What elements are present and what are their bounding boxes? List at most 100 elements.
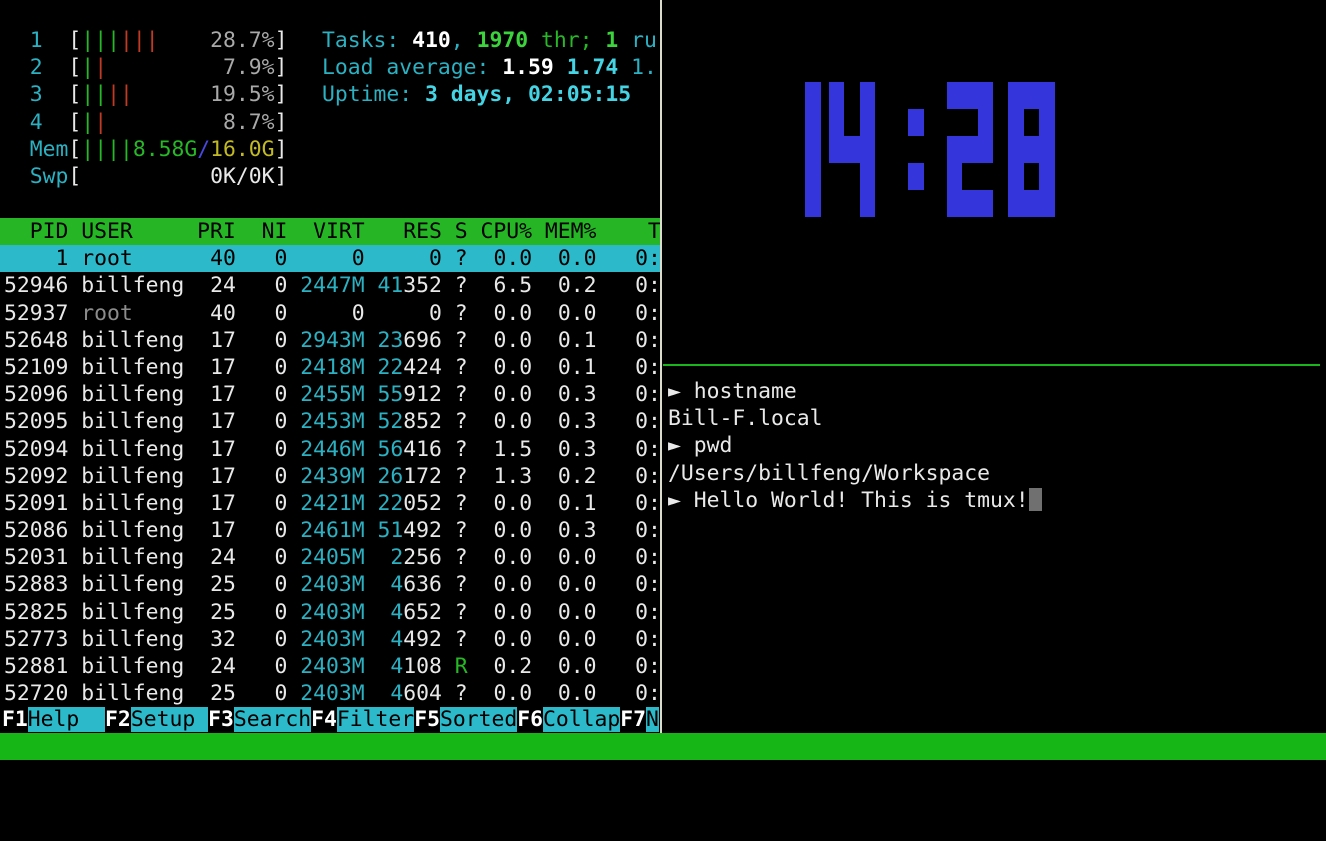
- fkey-label: N: [646, 707, 659, 732]
- process-row-52092[interactable]: 52092 billfeng 17 0 2439M 26172 ? 1.3 0.…: [0, 463, 660, 490]
- clock-cell: [860, 109, 876, 136]
- cell-user: billfeng: [81, 273, 197, 298]
- cell-virt: 2943M: [300, 328, 364, 353]
- fkey-label: Filter: [337, 707, 414, 732]
- fkey-f2[interactable]: F2Setup: [105, 707, 208, 732]
- process-table-header[interactable]: PID USER PRI NI VIRT RES S CPU% MEM% T: [0, 218, 660, 245]
- fkey-f5[interactable]: F5Sorted: [414, 707, 517, 732]
- cell-pri-ni: 17 0: [197, 518, 300, 543]
- clock-cell: [1039, 109, 1055, 136]
- fkey-f1[interactable]: F1Help: [2, 707, 105, 732]
- fkey-label: Sorted: [440, 707, 517, 732]
- cell-pid: 52109: [4, 355, 81, 380]
- cell-user: billfeng: [81, 328, 197, 353]
- cell-pid: 52086: [4, 518, 81, 543]
- process-row-52881[interactable]: 52881 billfeng 24 0 2403M 4108 R 0.2 0.0…: [0, 653, 660, 680]
- fkey-label: Search: [234, 707, 311, 732]
- cell-cpu-mem-time: 0.0 0.3 0:: [468, 518, 660, 543]
- process-row-52095[interactable]: 52095 billfeng 17 0 2453M 52852 ? 0.0 0.…: [0, 408, 660, 435]
- cell-res: 172: [403, 464, 455, 489]
- cell-user: billfeng: [81, 545, 197, 570]
- cell-res: 492: [403, 518, 455, 543]
- process-row-52720[interactable]: 52720 billfeng 25 0 2403M 4604 ? 0.0 0.0…: [0, 680, 660, 707]
- clock-cell: [805, 136, 821, 163]
- cell-cpu-mem-time: 0.0 0.3 0:: [468, 382, 660, 407]
- meter-bar: |: [146, 28, 159, 53]
- meter-value: 8.7%: [223, 110, 275, 135]
- clock-cell: [947, 82, 963, 109]
- cell-pri-ni: 24 0: [197, 654, 300, 679]
- shell-command-line: ► hostname: [668, 378, 1042, 405]
- process-row-52825[interactable]: 52825 billfeng 25 0 2403M 4652 ? 0.0 0.0…: [0, 599, 660, 626]
- clock-cell: [947, 136, 963, 163]
- meter-bar: |: [94, 28, 107, 53]
- fkey-f4[interactable]: F4Filter: [311, 707, 414, 732]
- meter-label: 1: [4, 28, 68, 53]
- cell-user: billfeng: [81, 681, 197, 706]
- fkey-label: Setup: [131, 707, 208, 732]
- meter-value: 28.7%: [210, 28, 274, 53]
- fkey-number: F2: [105, 707, 131, 732]
- process-row-52094[interactable]: 52094 billfeng 17 0 2446M 56416 ? 1.5 0.…: [0, 436, 660, 463]
- cell-pid: 52720: [4, 681, 81, 706]
- process-row-52086[interactable]: 52086 billfeng 17 0 2461M 51492 ? 0.0 0.…: [0, 517, 660, 544]
- load-average-line: Load average: 1.59 1.74 1.: [322, 54, 657, 81]
- process-row-52773[interactable]: 52773 billfeng 32 0 2403M 4492 ? 0.0 0.0…: [0, 626, 660, 653]
- cell-res: 424: [403, 355, 455, 380]
- fkey-f3[interactable]: F3Search: [208, 707, 311, 732]
- terminal-cursor[interactable]: [1029, 488, 1042, 511]
- fkey-f7[interactable]: F7N: [620, 707, 659, 732]
- prompt-icon: ►: [668, 488, 694, 513]
- clock-cell: [1008, 163, 1024, 190]
- fkey-label: Help: [28, 707, 105, 732]
- clock-cell: [947, 163, 963, 190]
- shell-output: ► hostnameBill-F.local► pwd/Users/billfe…: [668, 378, 1042, 514]
- tmux-window-list[interactable]: [0] 0:bash 1:bash 2:bash- 3:bash*: [4, 760, 455, 787]
- cell-state: ?: [455, 464, 468, 489]
- clock-digit-8: [1008, 82, 1055, 217]
- cell-cpu-mem-time: 0.0 0.0 0:: [468, 572, 660, 597]
- htop-summary: Tasks: 410, 1970 thr; 1 ruLoad average: …: [322, 27, 657, 109]
- process-row-52109[interactable]: 52109 billfeng 17 0 2418M 22424 ? 0.0 0.…: [0, 354, 660, 381]
- clock-cell: [805, 163, 821, 190]
- cell-res-hi: 26: [378, 464, 404, 489]
- process-row-52648[interactable]: 52648 billfeng 17 0 2943M 23696 ? 0.0 0.…: [0, 327, 660, 354]
- cell-res-hi: 4: [390, 627, 403, 652]
- cell-virt: 2439M: [300, 464, 364, 489]
- clock-digit-4: [829, 82, 876, 217]
- fkey-number: F1: [2, 707, 28, 732]
- pane-border-vertical[interactable]: [660, 0, 662, 733]
- cell-cpu-mem-time: 1.5 0.3 0:: [468, 437, 660, 462]
- cell-pid: 52937: [4, 301, 81, 326]
- clock-cell: [860, 190, 876, 217]
- clock-cell: [962, 190, 978, 217]
- meter-bar: |: [120, 82, 133, 107]
- cell-res: 852: [403, 409, 455, 434]
- process-row-52031[interactable]: 52031 billfeng 24 0 2405M 2256 ? 0.0 0.0…: [0, 544, 660, 571]
- process-row-52946[interactable]: 52946 billfeng 24 0 2447M 41352 ? 6.5 0.…: [0, 272, 660, 299]
- process-row-52883[interactable]: 52883 billfeng 25 0 2403M 4636 ? 0.0 0.0…: [0, 571, 660, 598]
- process-row-52937[interactable]: 52937 root 40 0 0 0 ? 0.0 0.0 0:: [0, 300, 660, 327]
- cell-user: root: [81, 301, 197, 326]
- meter-swp: Swp[ 0K/0K]: [4, 163, 287, 190]
- cell-res: 0: [429, 301, 455, 326]
- clock-cell: [805, 190, 821, 217]
- process-row-1[interactable]: 1 root 40 0 0 0 ? 0.0 0.0 0:: [0, 245, 660, 272]
- cell-state: ?: [455, 600, 468, 625]
- clock-cell: [860, 163, 876, 190]
- meter-bar: |: [133, 28, 146, 53]
- clock-cell: [844, 136, 860, 163]
- clock-cell: [1008, 109, 1024, 136]
- meter-bar: |: [107, 82, 120, 107]
- cell-pid: 52031: [4, 545, 81, 570]
- meter-bar: |: [81, 28, 94, 53]
- process-row-52091[interactable]: 52091 billfeng 17 0 2421M 22052 ? 0.0 0.…: [0, 490, 660, 517]
- cell-virt: 2403M: [300, 654, 364, 679]
- cell-pri-ni: 17 0: [197, 382, 300, 407]
- clock-cell: [962, 82, 978, 109]
- meter-value: 0K/0K: [210, 164, 274, 189]
- cell-pid: 52095: [4, 409, 81, 434]
- fkey-f6[interactable]: F6Collap: [517, 707, 620, 732]
- process-row-52096[interactable]: 52096 billfeng 17 0 2455M 55912 ? 0.0 0.…: [0, 381, 660, 408]
- meter-3: 3 [|||| 19.5%]: [4, 81, 287, 108]
